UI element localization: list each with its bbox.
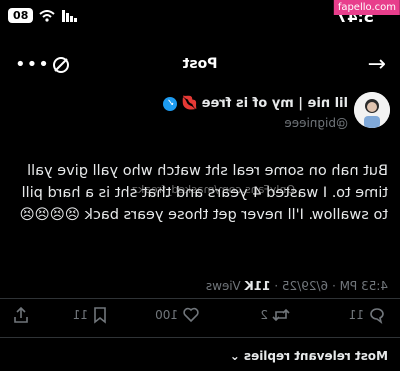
reply-count: 11 [348, 308, 364, 322]
watermark-badge: fapello.com [333, 0, 400, 15]
reply-button[interactable]: 11 [349, 306, 386, 324]
author-handle[interactable]: @bignieee [284, 116, 348, 130]
page: 5:47 80 fapello.com ← Post ••• lil nie |… [0, 0, 400, 371]
post-meta: 4:53 PM · 6/29/25 · 11K Views [206, 279, 388, 293]
wifi-icon [39, 9, 55, 22]
repost-button[interactable]: 2 [260, 306, 290, 324]
post-date: 6/29/25 [281, 279, 329, 293]
meta-separator: · [270, 279, 279, 293]
watermark-text: OnlyFans.com/masked_freakz [132, 183, 295, 196]
divider [0, 337, 400, 338]
bookmark-count: 11 [72, 308, 88, 322]
share-icon [14, 306, 28, 323]
meta-separator: · [328, 279, 336, 293]
signal-icon [62, 9, 78, 22]
views-label: Views [205, 279, 241, 293]
author-display-name[interactable]: lil nie | my of is free [202, 96, 348, 111]
avatar[interactable] [354, 92, 390, 128]
battery-indicator: 80 [8, 8, 34, 23]
heart-icon [183, 307, 199, 323]
author-name-row[interactable]: lil nie | my of is free 💋 ✓ [163, 96, 348, 111]
reply-sort-dropdown[interactable]: Most relevant replies ⌄ [230, 349, 388, 363]
status-icons: 80 [8, 8, 78, 23]
verified-badge-icon: ✓ [163, 96, 178, 111]
lips-emoji-icon: 💋 [181, 96, 198, 111]
top-bar: ← Post ••• [0, 52, 400, 82]
bookmark-icon [94, 307, 106, 324]
avatar-image [354, 92, 390, 128]
bookmark-button[interactable]: 11 [73, 306, 108, 324]
views-count: 11K [244, 279, 271, 293]
repost-icon [272, 308, 290, 322]
refresh-icon[interactable] [50, 54, 72, 76]
divider [0, 298, 400, 299]
like-count: 100 [155, 308, 178, 322]
share-button[interactable] [12, 306, 30, 324]
more-options-icon[interactable]: ••• [14, 54, 49, 75]
chevron-down-icon: ⌄ [229, 349, 240, 363]
like-button[interactable]: 100 [155, 306, 200, 324]
action-bar: 11 2 100 11 [0, 306, 400, 330]
repost-count: 2 [260, 308, 268, 322]
post-time: 4:53 PM [339, 279, 388, 293]
reply-sort-label: Most relevant replies [243, 349, 388, 363]
reply-icon [370, 308, 384, 324]
